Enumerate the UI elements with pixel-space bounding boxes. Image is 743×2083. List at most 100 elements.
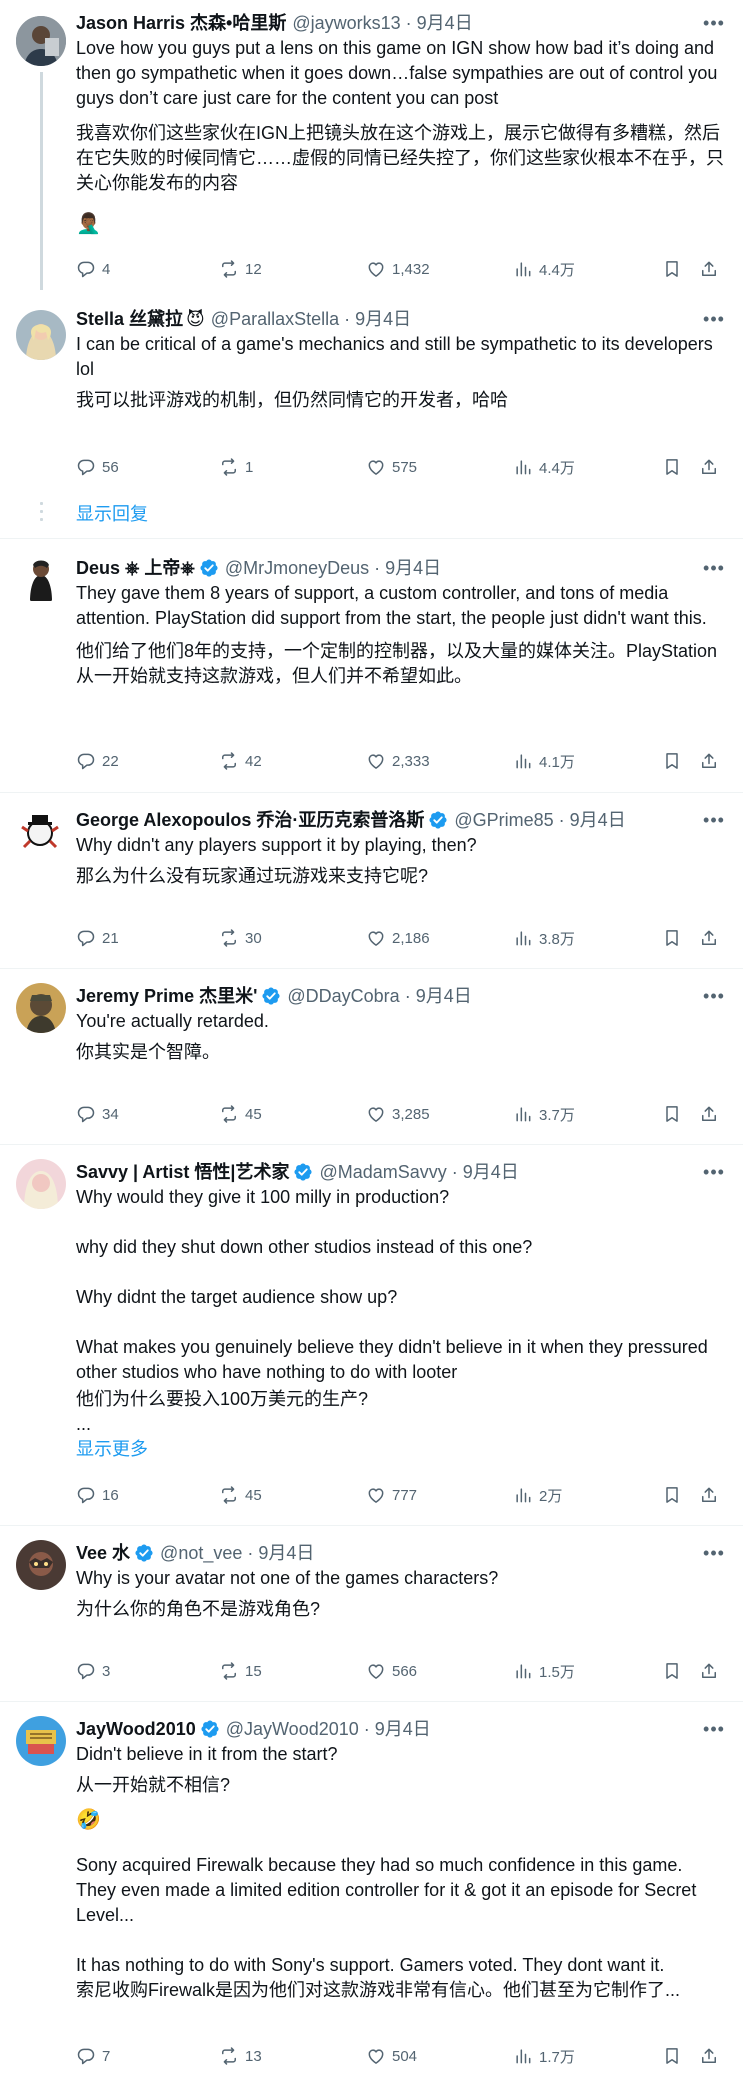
avatar[interactable] — [16, 807, 66, 857]
tweet[interactable]: JayWood2010 @JayWood2010 · 9月4日 ••• Didn… — [0, 1702, 743, 2083]
display-name[interactable]: Jeremy Prime 杰里米' — [76, 983, 257, 1009]
user-handle[interactable]: @MadamSavvy — [319, 1159, 446, 1185]
bookmark-button[interactable] — [662, 925, 682, 951]
share-button[interactable] — [699, 1101, 719, 1127]
reply-button[interactable]: 7 — [76, 2043, 110, 2069]
repost-button[interactable]: 12 — [219, 256, 262, 282]
reply-button[interactable]: 16 — [76, 1482, 119, 1508]
share-button[interactable] — [699, 925, 719, 951]
tweet[interactable]: Stella 丝黛拉 😈 @ParallaxStella · 9月4日 ••• … — [0, 290, 743, 539]
display-name[interactable]: Stella 丝黛拉 — [76, 306, 183, 332]
show-more-link[interactable]: 显示更多 — [76, 1437, 727, 1462]
tweet-date[interactable]: 9月4日 — [570, 807, 626, 833]
more-options-icon[interactable]: ••• — [701, 1159, 727, 1185]
display-name[interactable]: JayWood2010 — [76, 1716, 196, 1742]
bookmark-button[interactable] — [662, 2043, 682, 2069]
tweet[interactable]: Jeremy Prime 杰里米' @DDayCobra · 9月4日 ••• … — [0, 969, 743, 1145]
avatar[interactable] — [16, 16, 66, 66]
tweet[interactable]: George Alexopoulos 乔治·亚历克索普洛斯 @GPrime85 … — [0, 793, 743, 969]
views-button[interactable]: 1.5万 — [513, 1658, 575, 1684]
bookmark-button[interactable] — [662, 1101, 682, 1127]
user-handle[interactable]: @not_vee — [160, 1540, 242, 1566]
tweet-date[interactable]: 9月4日 — [355, 306, 411, 332]
more-options-icon[interactable]: ••• — [701, 807, 727, 833]
bookmark-icon — [662, 928, 682, 948]
display-name[interactable]: Jason Harris 杰森•哈里斯 — [76, 10, 286, 36]
more-options-icon[interactable]: ••• — [701, 1540, 727, 1566]
repost-button[interactable]: 13 — [219, 2043, 262, 2069]
tweet-date[interactable]: 9月4日 — [463, 1159, 519, 1185]
share-button[interactable] — [699, 2043, 719, 2069]
avatar[interactable] — [16, 310, 66, 360]
like-button[interactable]: 2,333 — [366, 748, 430, 774]
display-name[interactable]: Vee 水 — [76, 1540, 130, 1566]
views-button[interactable]: 2万 — [513, 1482, 562, 1508]
like-button[interactable]: 2,186 — [366, 925, 430, 951]
tweet-date[interactable]: 9月4日 — [416, 983, 472, 1009]
like-button[interactable]: 1,432 — [366, 256, 430, 282]
more-options-icon[interactable]: ••• — [701, 10, 727, 36]
like-button[interactable]: 3,285 — [366, 1101, 430, 1127]
show-replies-link[interactable]: 显示回复 — [76, 501, 148, 527]
like-button[interactable]: 566 — [366, 1658, 417, 1684]
tweet-date[interactable]: 9月4日 — [375, 1716, 431, 1742]
views-button[interactable]: 3.7万 — [513, 1101, 575, 1127]
tweet[interactable]: Jason Harris 杰森•哈里斯 @jayworks13 · 9月4日 •… — [0, 0, 743, 290]
bookmark-button[interactable] — [662, 454, 682, 480]
user-handle[interactable]: @jayworks13 — [292, 10, 400, 36]
display-name[interactable]: George Alexopoulos 乔治·亚历克索普洛斯 — [76, 807, 424, 833]
reply-button[interactable]: 34 — [76, 1101, 119, 1127]
repost-button[interactable]: 1 — [219, 454, 253, 480]
more-options-icon[interactable]: ••• — [701, 983, 727, 1009]
display-name[interactable]: Savvy | Artist 悟性|艺术家 — [76, 1159, 289, 1185]
tweet-date[interactable]: 9月4日 — [417, 10, 473, 36]
reply-button[interactable]: 56 — [76, 454, 119, 480]
like-button[interactable]: 777 — [366, 1482, 417, 1508]
views-button[interactable]: 1.7万 — [513, 2043, 575, 2069]
avatar[interactable] — [16, 1716, 66, 1766]
share-button[interactable] — [699, 1658, 719, 1684]
repost-button[interactable]: 45 — [219, 1101, 262, 1127]
tweet-date[interactable]: 9月4日 — [385, 555, 441, 581]
views-button[interactable]: 4.4万 — [513, 454, 575, 480]
tweet[interactable]: Vee 水 @not_vee · 9月4日 ••• Why is your av… — [0, 1526, 743, 1702]
more-options-icon[interactable]: ••• — [701, 306, 727, 332]
avatar[interactable] — [16, 983, 66, 1033]
repost-button[interactable]: 45 — [219, 1482, 262, 1508]
reply-button[interactable]: 21 — [76, 925, 119, 951]
bookmark-button[interactable] — [662, 1658, 682, 1684]
avatar[interactable] — [16, 553, 66, 603]
share-button[interactable] — [699, 454, 719, 480]
like-button[interactable]: 575 — [366, 454, 417, 480]
tweet[interactable]: Savvy | Artist 悟性|艺术家 @MadamSavvy · 9月4日… — [0, 1145, 743, 1526]
tweet[interactable]: Deus ⎈ 上帝⎈ @MrJmoneyDeus · 9月4日 ••• They… — [0, 539, 743, 793]
more-options-icon[interactable]: ••• — [701, 1716, 727, 1742]
views-button[interactable]: 3.8万 — [513, 925, 575, 951]
user-handle[interactable]: @GPrime85 — [454, 807, 553, 833]
reply-button[interactable]: 3 — [76, 1658, 110, 1684]
reply-button[interactable]: 4 — [76, 256, 110, 282]
reply-button[interactable]: 22 — [76, 748, 119, 774]
views-button[interactable]: 4.4万 — [513, 256, 575, 282]
like-button[interactable]: 504 — [366, 2043, 417, 2069]
user-handle[interactable]: @DDayCobra — [287, 983, 399, 1009]
user-handle[interactable]: @MrJmoneyDeus — [225, 555, 369, 581]
reply-icon — [76, 1661, 96, 1681]
views-button[interactable]: 4.1万 — [513, 748, 575, 774]
bookmark-button[interactable] — [662, 1482, 682, 1508]
user-handle[interactable]: @JayWood2010 — [226, 1716, 359, 1742]
avatar[interactable] — [16, 1159, 66, 1209]
display-name[interactable]: Deus ⎈ 上帝⎈ — [76, 555, 195, 581]
bookmark-button[interactable] — [662, 256, 682, 282]
share-button[interactable] — [699, 748, 719, 774]
repost-button[interactable]: 42 — [219, 748, 262, 774]
user-handle[interactable]: @ParallaxStella — [211, 306, 339, 332]
tweet-date[interactable]: 9月4日 — [258, 1540, 314, 1566]
repost-button[interactable]: 30 — [219, 925, 262, 951]
repost-button[interactable]: 15 — [219, 1658, 262, 1684]
more-options-icon[interactable]: ••• — [701, 555, 727, 581]
bookmark-button[interactable] — [662, 748, 682, 774]
share-button[interactable] — [699, 256, 719, 282]
share-button[interactable] — [699, 1482, 719, 1508]
avatar[interactable] — [16, 1540, 66, 1590]
